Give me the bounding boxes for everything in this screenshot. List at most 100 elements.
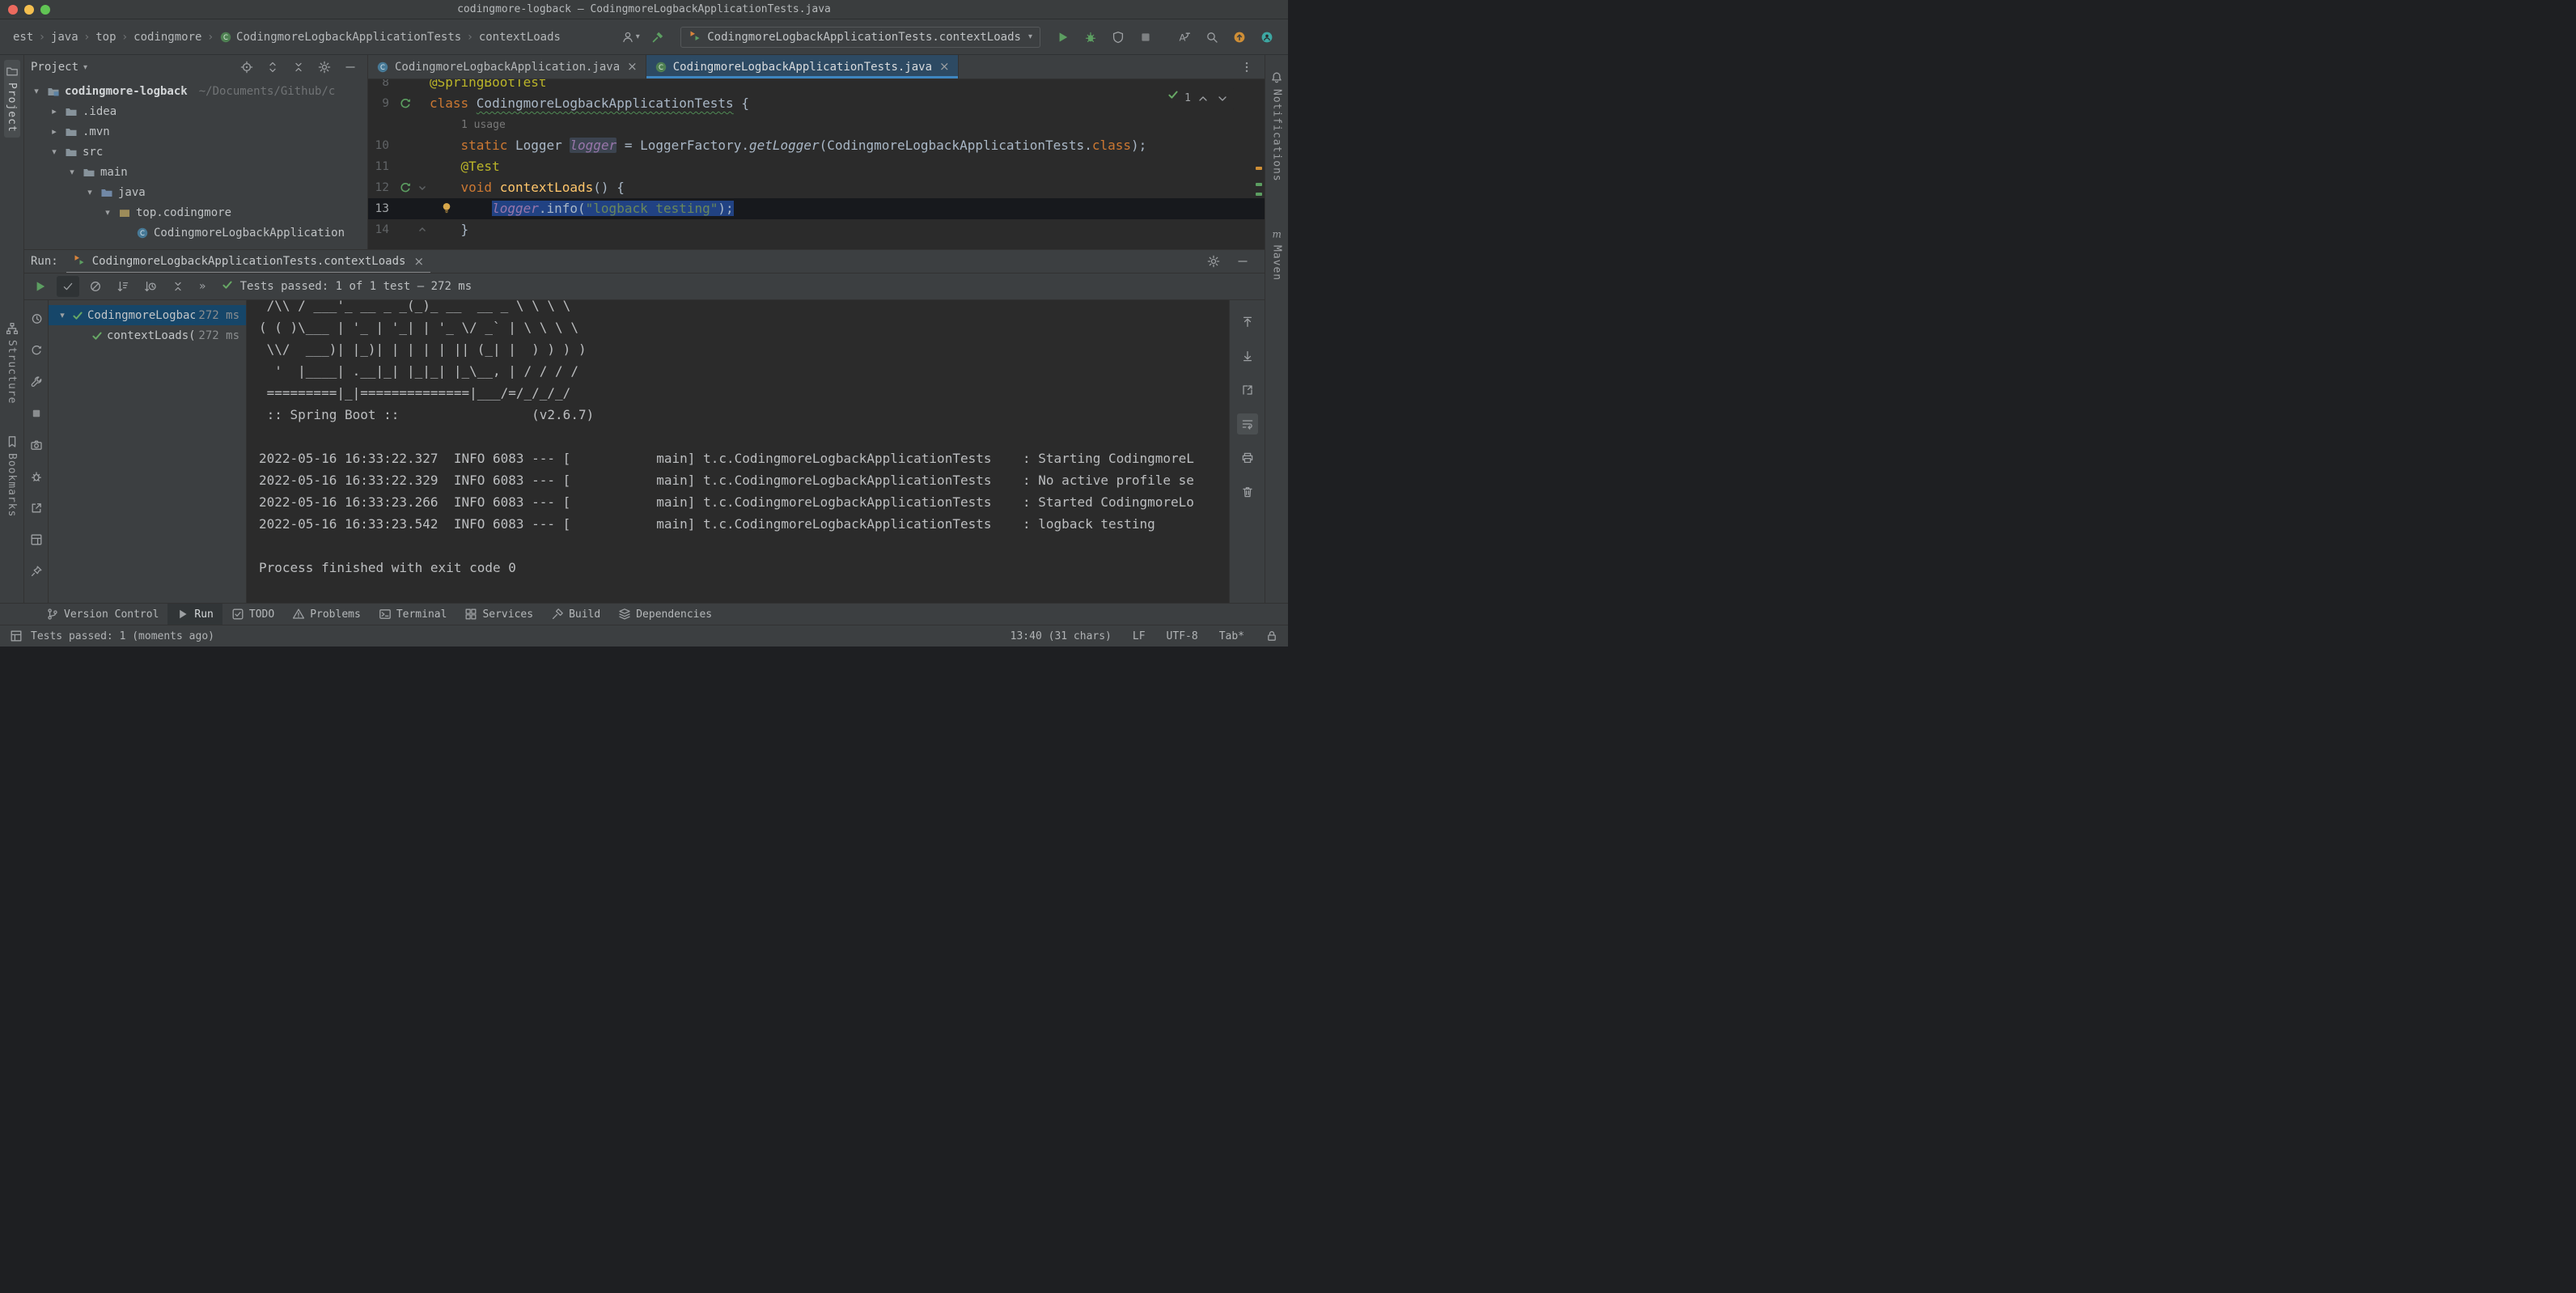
soft-wrap-button[interactable]: [1236, 413, 1258, 435]
toolwindow-button-todo[interactable]: TODO: [222, 604, 283, 625]
jump-to-source-button[interactable]: [1237, 379, 1258, 401]
code-line[interactable]: 13 logger.info("logback testing");: [368, 198, 1265, 219]
test-runner-settings-button[interactable]: [27, 373, 46, 391]
hide-run-panel-button[interactable]: [1232, 252, 1253, 271]
test-history-button[interactable]: [27, 310, 46, 328]
tree-expand-arrow[interactable]: ▸: [49, 106, 60, 117]
editor-tab[interactable]: C CodingmoreLogbackApplication.java ×: [368, 55, 646, 78]
toolwindow-button-build[interactable]: Build: [542, 604, 609, 625]
toolwindow-button-version-control[interactable]: Version Control: [37, 604, 167, 625]
stop-process-button[interactable]: [27, 405, 46, 422]
project-tree-item-codingmore-logback[interactable]: ▾ codingmore-logback ~/Documents/Github/c: [24, 81, 367, 101]
breadcrumb-item-top[interactable]: top: [92, 29, 119, 45]
code-line[interactable]: 1 usage: [368, 114, 1265, 135]
next-problem-button[interactable]: [1215, 91, 1230, 106]
print-console-button[interactable]: [1237, 447, 1258, 468]
lock-icon[interactable]: [1265, 630, 1278, 642]
breadcrumb-item-contextloads[interactable]: contextLoads: [476, 29, 564, 45]
ide-update-button[interactable]: [1228, 27, 1251, 48]
sort-by-duration-button[interactable]: [139, 276, 162, 297]
toolwindow-button-problems[interactable]: Problems: [283, 604, 370, 625]
project-tree-item--mvn[interactable]: ▸ .mvn: [24, 121, 367, 142]
close-window-button[interactable]: [8, 5, 18, 15]
hide-project-panel-button[interactable]: [340, 57, 361, 77]
show-passed-button[interactable]: [57, 276, 79, 297]
layout-settings-button[interactable]: [27, 531, 46, 549]
toolwindow-button-dependencies[interactable]: Dependencies: [609, 604, 721, 625]
run-configuration-select[interactable]: CodingmoreLogbackApplicationTests.contex…: [680, 26, 1040, 48]
inspections-widget[interactable]: 1: [1163, 87, 1234, 111]
rerun-tests-button[interactable]: [29, 276, 52, 297]
indent-widget[interactable]: Tab*: [1219, 630, 1244, 642]
project-tree-item-src[interactable]: ▾ src: [24, 142, 367, 162]
editor-tab[interactable]: C CodingmoreLogbackApplicationTests.java ×: [646, 55, 959, 78]
close-icon[interactable]: ×: [413, 255, 424, 268]
export-test-results-button[interactable]: [27, 499, 46, 517]
stripe-button-structure[interactable]: Structure: [4, 317, 20, 409]
attach-debugger-button[interactable]: [27, 468, 46, 485]
expand-all-button[interactable]: [262, 57, 283, 77]
editor-scrollbar[interactable]: [1255, 79, 1263, 249]
project-panel-title[interactable]: Project: [31, 61, 78, 74]
stripe-button-bookmarks[interactable]: Bookmarks: [4, 430, 20, 522]
sort-alphabetically-button[interactable]: [112, 276, 134, 297]
collapse-all-button[interactable]: [288, 57, 309, 77]
code-line[interactable]: 10 static Logger logger = LoggerFactory.…: [368, 135, 1265, 156]
encoding-widget[interactable]: UTF-8: [1167, 630, 1198, 642]
toggle-auto-test-button[interactable]: [27, 341, 46, 359]
title-bar[interactable]: codingmore-logback – CodingmoreLogbackAp…: [0, 0, 1288, 19]
chevron-down-icon[interactable]: ▾: [83, 63, 87, 72]
code-line[interactable]: 9 class CodingmoreLogbackApplicationTests…: [368, 93, 1265, 114]
code-line[interactable]: 11 @Test: [368, 156, 1265, 177]
more-actions-chevrons[interactable]: »: [194, 280, 211, 293]
toolwindow-button-run[interactable]: Run: [167, 604, 222, 625]
code-with-me-button[interactable]: [1256, 27, 1278, 48]
tree-expand-arrow[interactable]: ▾: [66, 167, 78, 177]
debug-button[interactable]: [1079, 27, 1102, 48]
breadcrumb-item-codingmore[interactable]: codingmore: [130, 29, 205, 45]
usages-inlay-hint[interactable]: 1 usage: [461, 119, 506, 131]
toolwindow-button-terminal[interactable]: Terminal: [370, 604, 456, 625]
code-fold-icon[interactable]: [415, 223, 430, 236]
prev-problem-button[interactable]: [1196, 91, 1210, 106]
tree-expand-arrow[interactable]: ▾: [84, 187, 95, 197]
code-editor[interactable]: 8 @SpringBootTest 9 class CodingmoreLogback…: [368, 79, 1265, 249]
run-test-gutter-icon[interactable]: [396, 181, 415, 194]
search-everywhere-button[interactable]: [1201, 27, 1223, 48]
minimize-window-button[interactable]: [24, 5, 34, 15]
select-opened-file-button[interactable]: [236, 57, 257, 77]
stripe-button-notifications[interactable]: Notifications: [1269, 66, 1285, 187]
scroll-down-button[interactable]: [1237, 346, 1258, 367]
stripe-button-maven[interactable]: m Maven: [1269, 223, 1285, 286]
stripe-button-project[interactable]: Project: [3, 60, 20, 138]
run-button[interactable]: [1052, 27, 1074, 48]
breadcrumb-item-codingmorelogbackapplicationtests[interactable]: C CodingmoreLogbackApplicationTests: [216, 29, 464, 45]
intention-bulb-icon[interactable]: [440, 201, 453, 214]
show-ignored-button[interactable]: [84, 276, 107, 297]
status-message[interactable]: Tests passed: 1 (moments ago): [31, 630, 214, 642]
scroll-up-button[interactable]: [1237, 312, 1258, 333]
build-project-button[interactable]: [646, 27, 669, 48]
breadcrumb-item-java[interactable]: java: [48, 29, 82, 45]
console-output[interactable]: /\\ / ___'_ __ _ _(_)_ __ __ _ \ \ \ \ ( …: [247, 300, 1229, 603]
project-tree-item-main[interactable]: ▾ main: [24, 162, 367, 182]
close-tab-icon[interactable]: ×: [939, 61, 950, 73]
tab-options-button[interactable]: [1235, 57, 1258, 78]
project-tree-item-top-codingmore[interactable]: ▾ top.codingmore: [24, 202, 367, 223]
test-tree-item[interactable]: contextLoads() 272 ms: [49, 325, 246, 346]
code-line[interactable]: 12 void contextLoads() {: [368, 177, 1265, 198]
line-separator-widget[interactable]: LF: [1133, 630, 1146, 642]
stop-button[interactable]: [1134, 27, 1157, 48]
breadcrumb-item-est[interactable]: est: [10, 29, 36, 45]
maximize-window-button[interactable]: [40, 5, 50, 15]
collapse-tests-button[interactable]: [167, 276, 189, 297]
pin-tab-button[interactable]: [27, 562, 46, 580]
code-line[interactable]: 8 @SpringBootTest: [368, 79, 1265, 93]
caret-position-widget[interactable]: 13:40 (31 chars): [1010, 630, 1112, 642]
run-settings-button[interactable]: [1203, 252, 1224, 271]
ide-account-button[interactable]: ▾: [619, 27, 642, 48]
clear-console-button[interactable]: [1237, 481, 1258, 502]
tree-expand-arrow[interactable]: ▾: [57, 310, 68, 320]
run-with-coverage-button[interactable]: [1107, 27, 1129, 48]
project-tree-item--idea[interactable]: ▸ .idea: [24, 101, 367, 121]
